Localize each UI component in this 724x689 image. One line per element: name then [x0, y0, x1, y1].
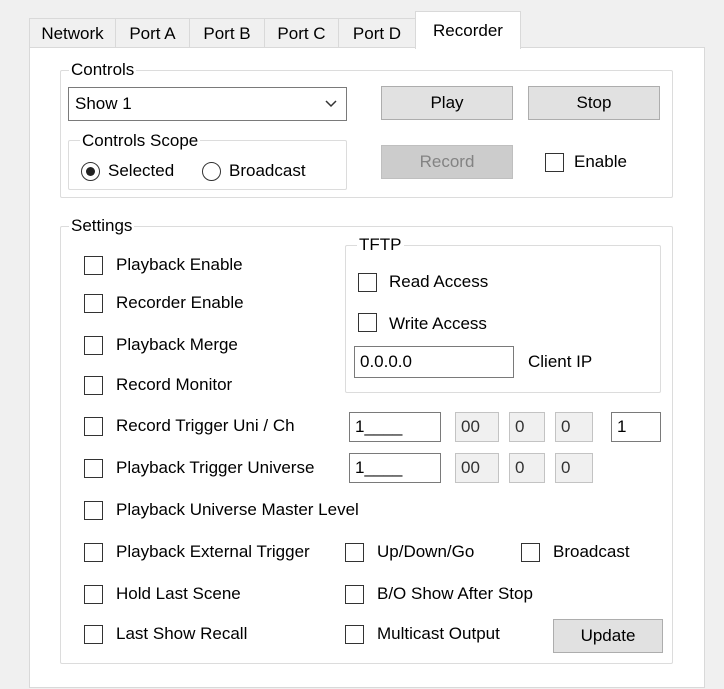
stop-button[interactable]: Stop: [528, 86, 660, 120]
client-ip-label: Client IP: [528, 352, 593, 371]
playback-enable-checkbox[interactable]: [84, 256, 103, 275]
record-monitor-checkbox[interactable]: [84, 376, 103, 395]
radio-broadcast[interactable]: [202, 162, 221, 181]
playback-merge-label: Playback Merge: [116, 335, 238, 354]
radio-broadcast-label: Broadcast: [229, 161, 306, 180]
record-trigger-field-4: 0: [555, 412, 593, 442]
up-down-go-label: Up/Down/Go: [377, 542, 475, 561]
hold-last-scene-label: Hold Last Scene: [116, 584, 241, 603]
broadcast-label: Broadcast: [553, 542, 630, 561]
playback-master-label: Playback Universe Master Level: [116, 500, 359, 519]
bo-show-after-stop-label: B/O Show After Stop: [377, 584, 533, 603]
bo-show-after-stop-checkbox[interactable]: [345, 585, 364, 604]
radio-selected[interactable]: [81, 162, 100, 181]
up-down-go-checkbox[interactable]: [345, 543, 364, 562]
last-show-recall-checkbox[interactable]: [84, 625, 103, 644]
playback-trigger-field-3: 0: [509, 453, 545, 483]
chevron-down-icon: [325, 100, 337, 108]
record-trigger-field-2: 00: [455, 412, 499, 442]
record-trigger-field-3: 0: [509, 412, 545, 442]
broadcast-checkbox[interactable]: [521, 543, 540, 562]
show-select-value: Show 1: [75, 94, 132, 113]
tftp-group-label: TFTP: [357, 235, 404, 255]
playback-master-checkbox[interactable]: [84, 501, 103, 520]
enable-label: Enable: [574, 152, 627, 171]
controls-group-label: Controls: [69, 60, 137, 80]
play-button[interactable]: Play: [381, 86, 513, 120]
record-trigger-universe-input[interactable]: 1____: [349, 412, 441, 442]
playback-trigger-universe-input[interactable]: 1____: [349, 453, 441, 483]
read-access-checkbox[interactable]: [358, 273, 377, 292]
playback-trigger-field-4: 0: [555, 453, 593, 483]
last-show-recall-label: Last Show Recall: [116, 624, 248, 643]
recorder-enable-label: Recorder Enable: [116, 293, 244, 312]
controls-scope-label: Controls Scope: [80, 131, 201, 151]
playback-external-label: Playback External Trigger: [116, 542, 310, 561]
record-button[interactable]: Record: [381, 145, 513, 179]
playback-enable-label: Playback Enable: [116, 255, 243, 274]
playback-external-checkbox[interactable]: [84, 543, 103, 562]
playback-merge-checkbox[interactable]: [84, 336, 103, 355]
multicast-output-checkbox[interactable]: [345, 625, 364, 644]
write-access-checkbox[interactable]: [358, 313, 377, 332]
recorder-enable-checkbox[interactable]: [84, 294, 103, 313]
record-trigger-checkbox[interactable]: [84, 417, 103, 436]
playback-trigger-field-2: 00: [455, 453, 499, 483]
hold-last-scene-checkbox[interactable]: [84, 585, 103, 604]
playback-trigger-checkbox[interactable]: [84, 459, 103, 478]
enable-checkbox[interactable]: [545, 153, 564, 172]
record-monitor-label: Record Monitor: [116, 375, 233, 394]
record-trigger-channel-input[interactable]: 1: [611, 412, 661, 442]
settings-group-label: Settings: [69, 216, 135, 236]
show-select[interactable]: Show 1: [68, 87, 347, 121]
multicast-output-label: Multicast Output: [377, 624, 500, 643]
read-access-label: Read Access: [389, 272, 489, 291]
playback-trigger-label: Playback Trigger Universe: [116, 458, 315, 477]
write-access-label: Write Access: [389, 314, 487, 333]
record-trigger-label: Record Trigger Uni / Ch: [116, 416, 295, 435]
client-ip-input[interactable]: 0.0.0.0: [354, 346, 514, 378]
update-button[interactable]: Update: [553, 619, 663, 653]
radio-selected-label: Selected: [108, 161, 175, 180]
